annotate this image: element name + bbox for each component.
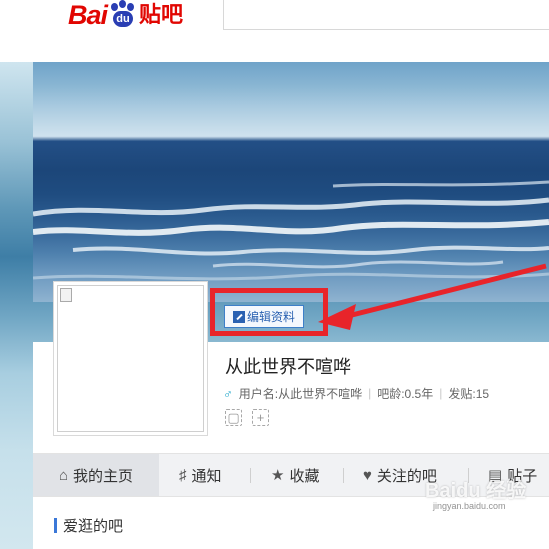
logo-text-du: du bbox=[113, 11, 134, 27]
logo-text-tieba: 贴吧 bbox=[139, 2, 184, 27]
tab-notifications[interactable]: ♯ 通知 bbox=[179, 454, 222, 496]
edit-profile-label: 编辑资料 bbox=[246, 310, 295, 324]
profile-tabs: ⌂ 我的主页 ♯ 通知 ★ 收藏 ♥ 关注的吧 ▤ 贴子 bbox=[33, 453, 549, 497]
star-icon: ★ bbox=[271, 467, 285, 484]
top-header: Bai du 贴吧 bbox=[0, 0, 549, 62]
cover-banner bbox=[33, 62, 549, 302]
tab-divider bbox=[250, 468, 251, 483]
broken-image-icon bbox=[60, 288, 72, 302]
add-badge-icon[interactable]: + bbox=[252, 409, 269, 426]
tab-followed-bars[interactable]: ♥ 关注的吧 bbox=[363, 454, 437, 496]
avatar[interactable] bbox=[57, 285, 204, 432]
tab-posts[interactable]: ▤ 贴子 bbox=[488, 454, 537, 496]
tab-label: 收藏 bbox=[289, 467, 320, 485]
home-icon: ⌂ bbox=[58, 466, 69, 484]
tab-divider bbox=[468, 468, 469, 483]
search-input[interactable] bbox=[223, 0, 549, 30]
baidu-tieba-logo[interactable]: Bai du 贴吧 bbox=[68, 0, 183, 30]
tab-label: 贴子 bbox=[507, 467, 538, 485]
tab-label: 关注的吧 bbox=[376, 467, 437, 485]
paw-icon: du bbox=[108, 0, 138, 28]
document-icon: ▤ bbox=[488, 467, 503, 484]
male-icon: ♂ bbox=[223, 385, 233, 401]
meta-divider: | bbox=[439, 386, 443, 400]
edit-profile-button[interactable]: 编辑资料 bbox=[224, 305, 304, 328]
profile-meta: ♂ 用户名:从此世界不喧哗 | 吧龄:0.5年 | 发贴:15 bbox=[223, 385, 489, 401]
bar-age-text: 吧龄:0.5年 bbox=[377, 386, 434, 401]
username-text: 用户名:从此世界不喧哗 bbox=[238, 386, 363, 401]
avatar-frame bbox=[53, 281, 208, 436]
tab-label: 我的主页 bbox=[73, 467, 134, 485]
logo-text-bai: Bai bbox=[68, 0, 108, 30]
bell-icon: ♯ bbox=[179, 466, 187, 484]
section-title: 爱逛的吧 bbox=[63, 517, 124, 535]
meta-divider: | bbox=[368, 386, 372, 400]
member-badge-icon[interactable]: ▢ bbox=[225, 409, 242, 426]
badge-row: ▢ + bbox=[225, 409, 279, 426]
edit-icon bbox=[232, 310, 245, 323]
section-accent bbox=[54, 517, 57, 533]
tab-divider bbox=[343, 468, 344, 483]
tab-my-home[interactable]: ⌂ 我的主页 bbox=[33, 454, 159, 496]
section-frequent-bars: 爱逛的吧 bbox=[54, 515, 123, 535]
profile-display-name: 从此世界不喧哗 bbox=[225, 357, 351, 378]
heart-icon: ♥ bbox=[363, 466, 372, 484]
tab-label: 通知 bbox=[191, 467, 222, 485]
post-count-text: 发贴:15 bbox=[448, 386, 490, 401]
tab-favorites[interactable]: ★ 收藏 bbox=[271, 454, 319, 496]
